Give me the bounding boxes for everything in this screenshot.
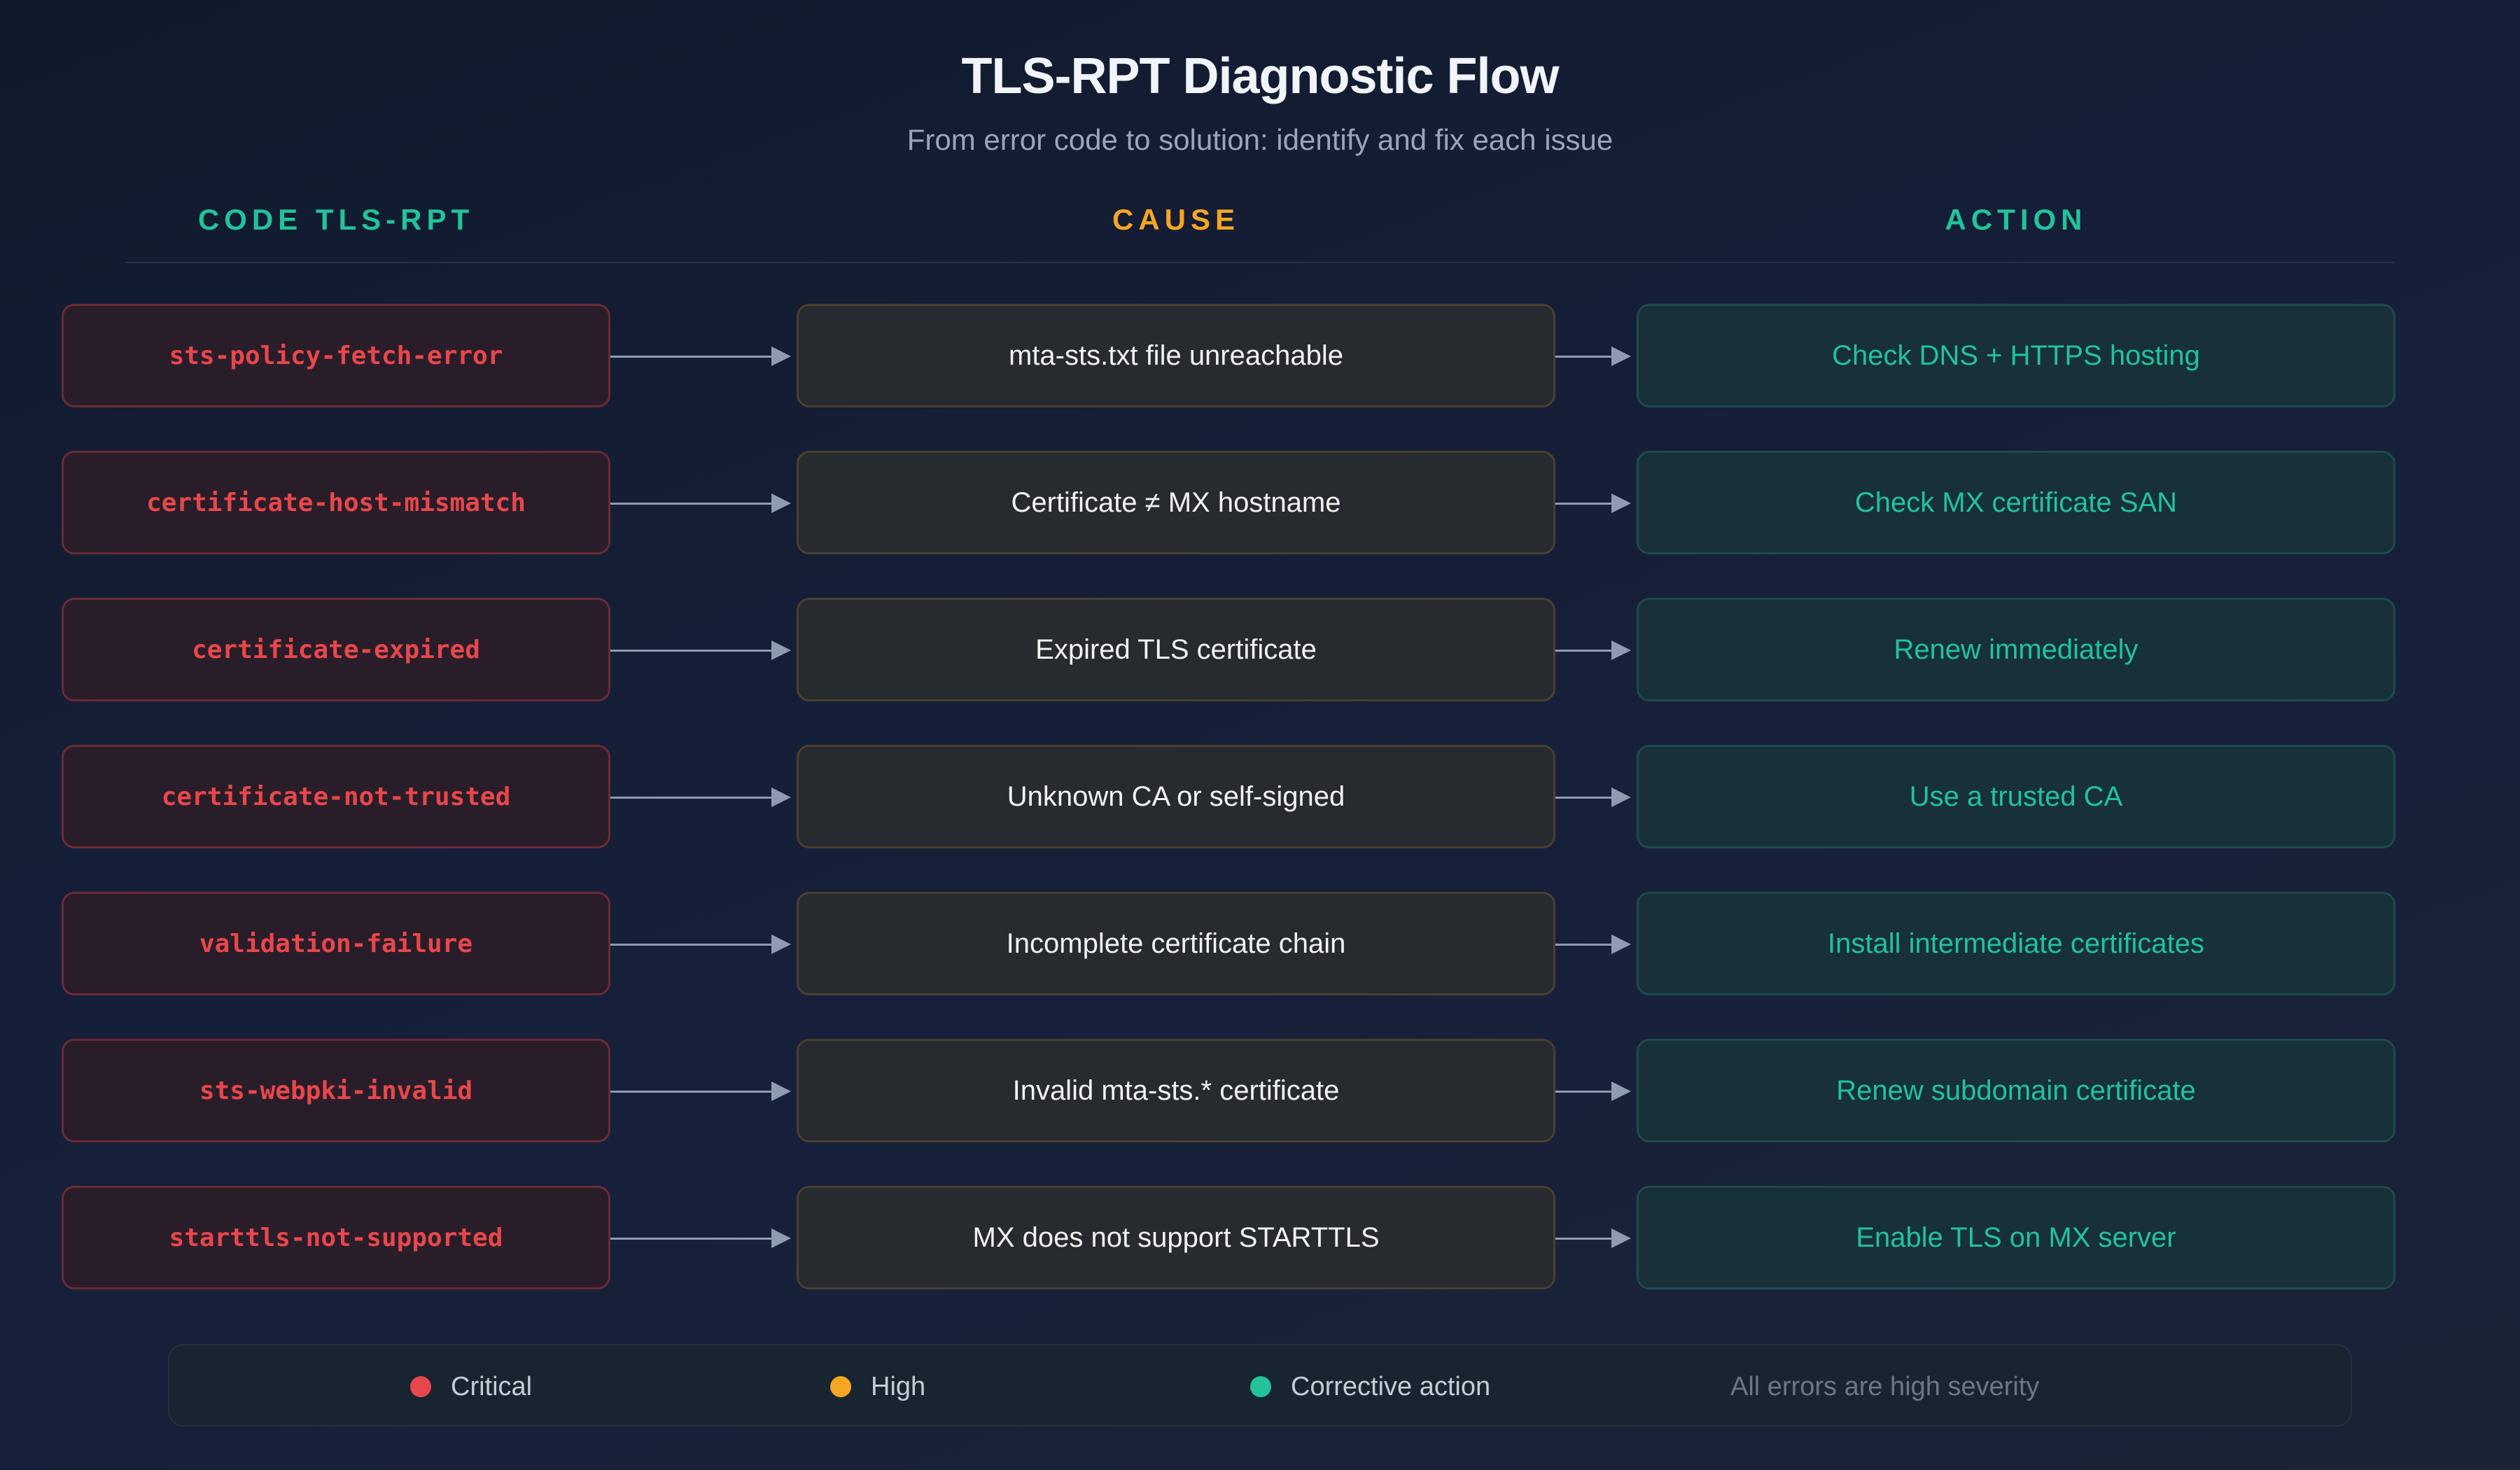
arrow-icon	[1555, 934, 1631, 954]
cause-box: MX does not support STARTTLS	[797, 1186, 1555, 1289]
arrow-icon	[1555, 1228, 1631, 1248]
cause-box: Certificate ≠ MX hostname	[797, 451, 1555, 554]
page-title: TLS-RPT Diagnostic Flow	[961, 48, 1560, 104]
cause-box: mta-sts.txt file unreachable	[797, 304, 1555, 407]
legend-label-high: High	[871, 1371, 926, 1401]
arrow-icon	[1555, 1082, 1631, 1101]
legend-label-critical: Critical	[451, 1371, 533, 1401]
arrow-icon	[610, 788, 791, 807]
flow-row: certificate-expired Expired TLS certific…	[0, 598, 2520, 704]
column-header-action: ACTION	[1945, 203, 2087, 236]
cause-box: Expired TLS certificate	[797, 598, 1555, 701]
legend: Critical High Corrective action All erro…	[168, 1344, 2352, 1427]
error-code-box: certificate-host-mismatch	[62, 451, 610, 554]
action-box: Enable TLS on MX server	[1637, 1186, 2395, 1289]
error-code-box: sts-policy-fetch-error	[62, 304, 610, 407]
column-header-cause: CAUSE	[1112, 203, 1240, 236]
header-divider	[126, 262, 2394, 263]
green-dot-icon	[1250, 1376, 1271, 1397]
legend-item-critical: Critical	[410, 1345, 532, 1428]
action-box: Renew immediately	[1637, 598, 2395, 701]
legend-label-corrective: Corrective action	[1291, 1371, 1491, 1401]
arrow-icon	[610, 640, 791, 660]
legend-note: All errors are high severity	[1730, 1371, 2040, 1401]
arrow-icon	[610, 493, 791, 513]
arrow-icon	[1555, 788, 1631, 807]
action-box: Use a trusted CA	[1637, 745, 2395, 848]
flow-row: validation-failure Incomplete certificat…	[0, 892, 2520, 998]
arrow-icon	[610, 934, 791, 954]
arrow-icon	[1555, 493, 1631, 513]
arrow-icon	[610, 1228, 791, 1248]
cause-box: Unknown CA or self-signed	[797, 745, 1555, 848]
action-box: Check DNS + HTTPS hosting	[1637, 304, 2395, 407]
legend-item-corrective: Corrective action	[1250, 1345, 1490, 1428]
cause-box: Invalid mta-sts.* certificate	[797, 1039, 1555, 1142]
error-code-box: certificate-expired	[62, 598, 610, 701]
flow-row: certificate-host-mismatch Certificate ≠ …	[0, 451, 2520, 557]
flow-row: sts-policy-fetch-error mta-sts.txt file …	[0, 304, 2520, 410]
flow-row: starttls-not-supported MX does not suppo…	[0, 1186, 2520, 1292]
arrow-icon	[610, 1082, 791, 1101]
arrow-icon	[610, 346, 791, 366]
page-subtitle: From error code to solution: identify an…	[906, 123, 1614, 156]
red-dot-icon	[410, 1376, 431, 1397]
column-header-code: CODE TLS-RPT	[197, 203, 475, 236]
error-code-box: sts-webpki-invalid	[62, 1039, 610, 1142]
error-code-box: validation-failure	[62, 892, 610, 995]
arrow-icon	[1555, 346, 1631, 366]
error-code-box: certificate-not-trusted	[62, 745, 610, 848]
action-box: Install intermediate certificates	[1637, 892, 2395, 995]
flow-row: sts-webpki-invalid Invalid mta-sts.* cer…	[0, 1039, 2520, 1145]
arrow-icon	[1555, 640, 1631, 660]
action-box: Check MX certificate SAN	[1637, 451, 2395, 554]
legend-item-high: High	[830, 1345, 925, 1428]
orange-dot-icon	[830, 1376, 851, 1397]
cause-box: Incomplete certificate chain	[797, 892, 1555, 995]
error-code-box: starttls-not-supported	[62, 1186, 610, 1289]
flow-row: certificate-not-trusted Unknown CA or se…	[0, 745, 2520, 851]
action-box: Renew subdomain certificate	[1637, 1039, 2395, 1142]
